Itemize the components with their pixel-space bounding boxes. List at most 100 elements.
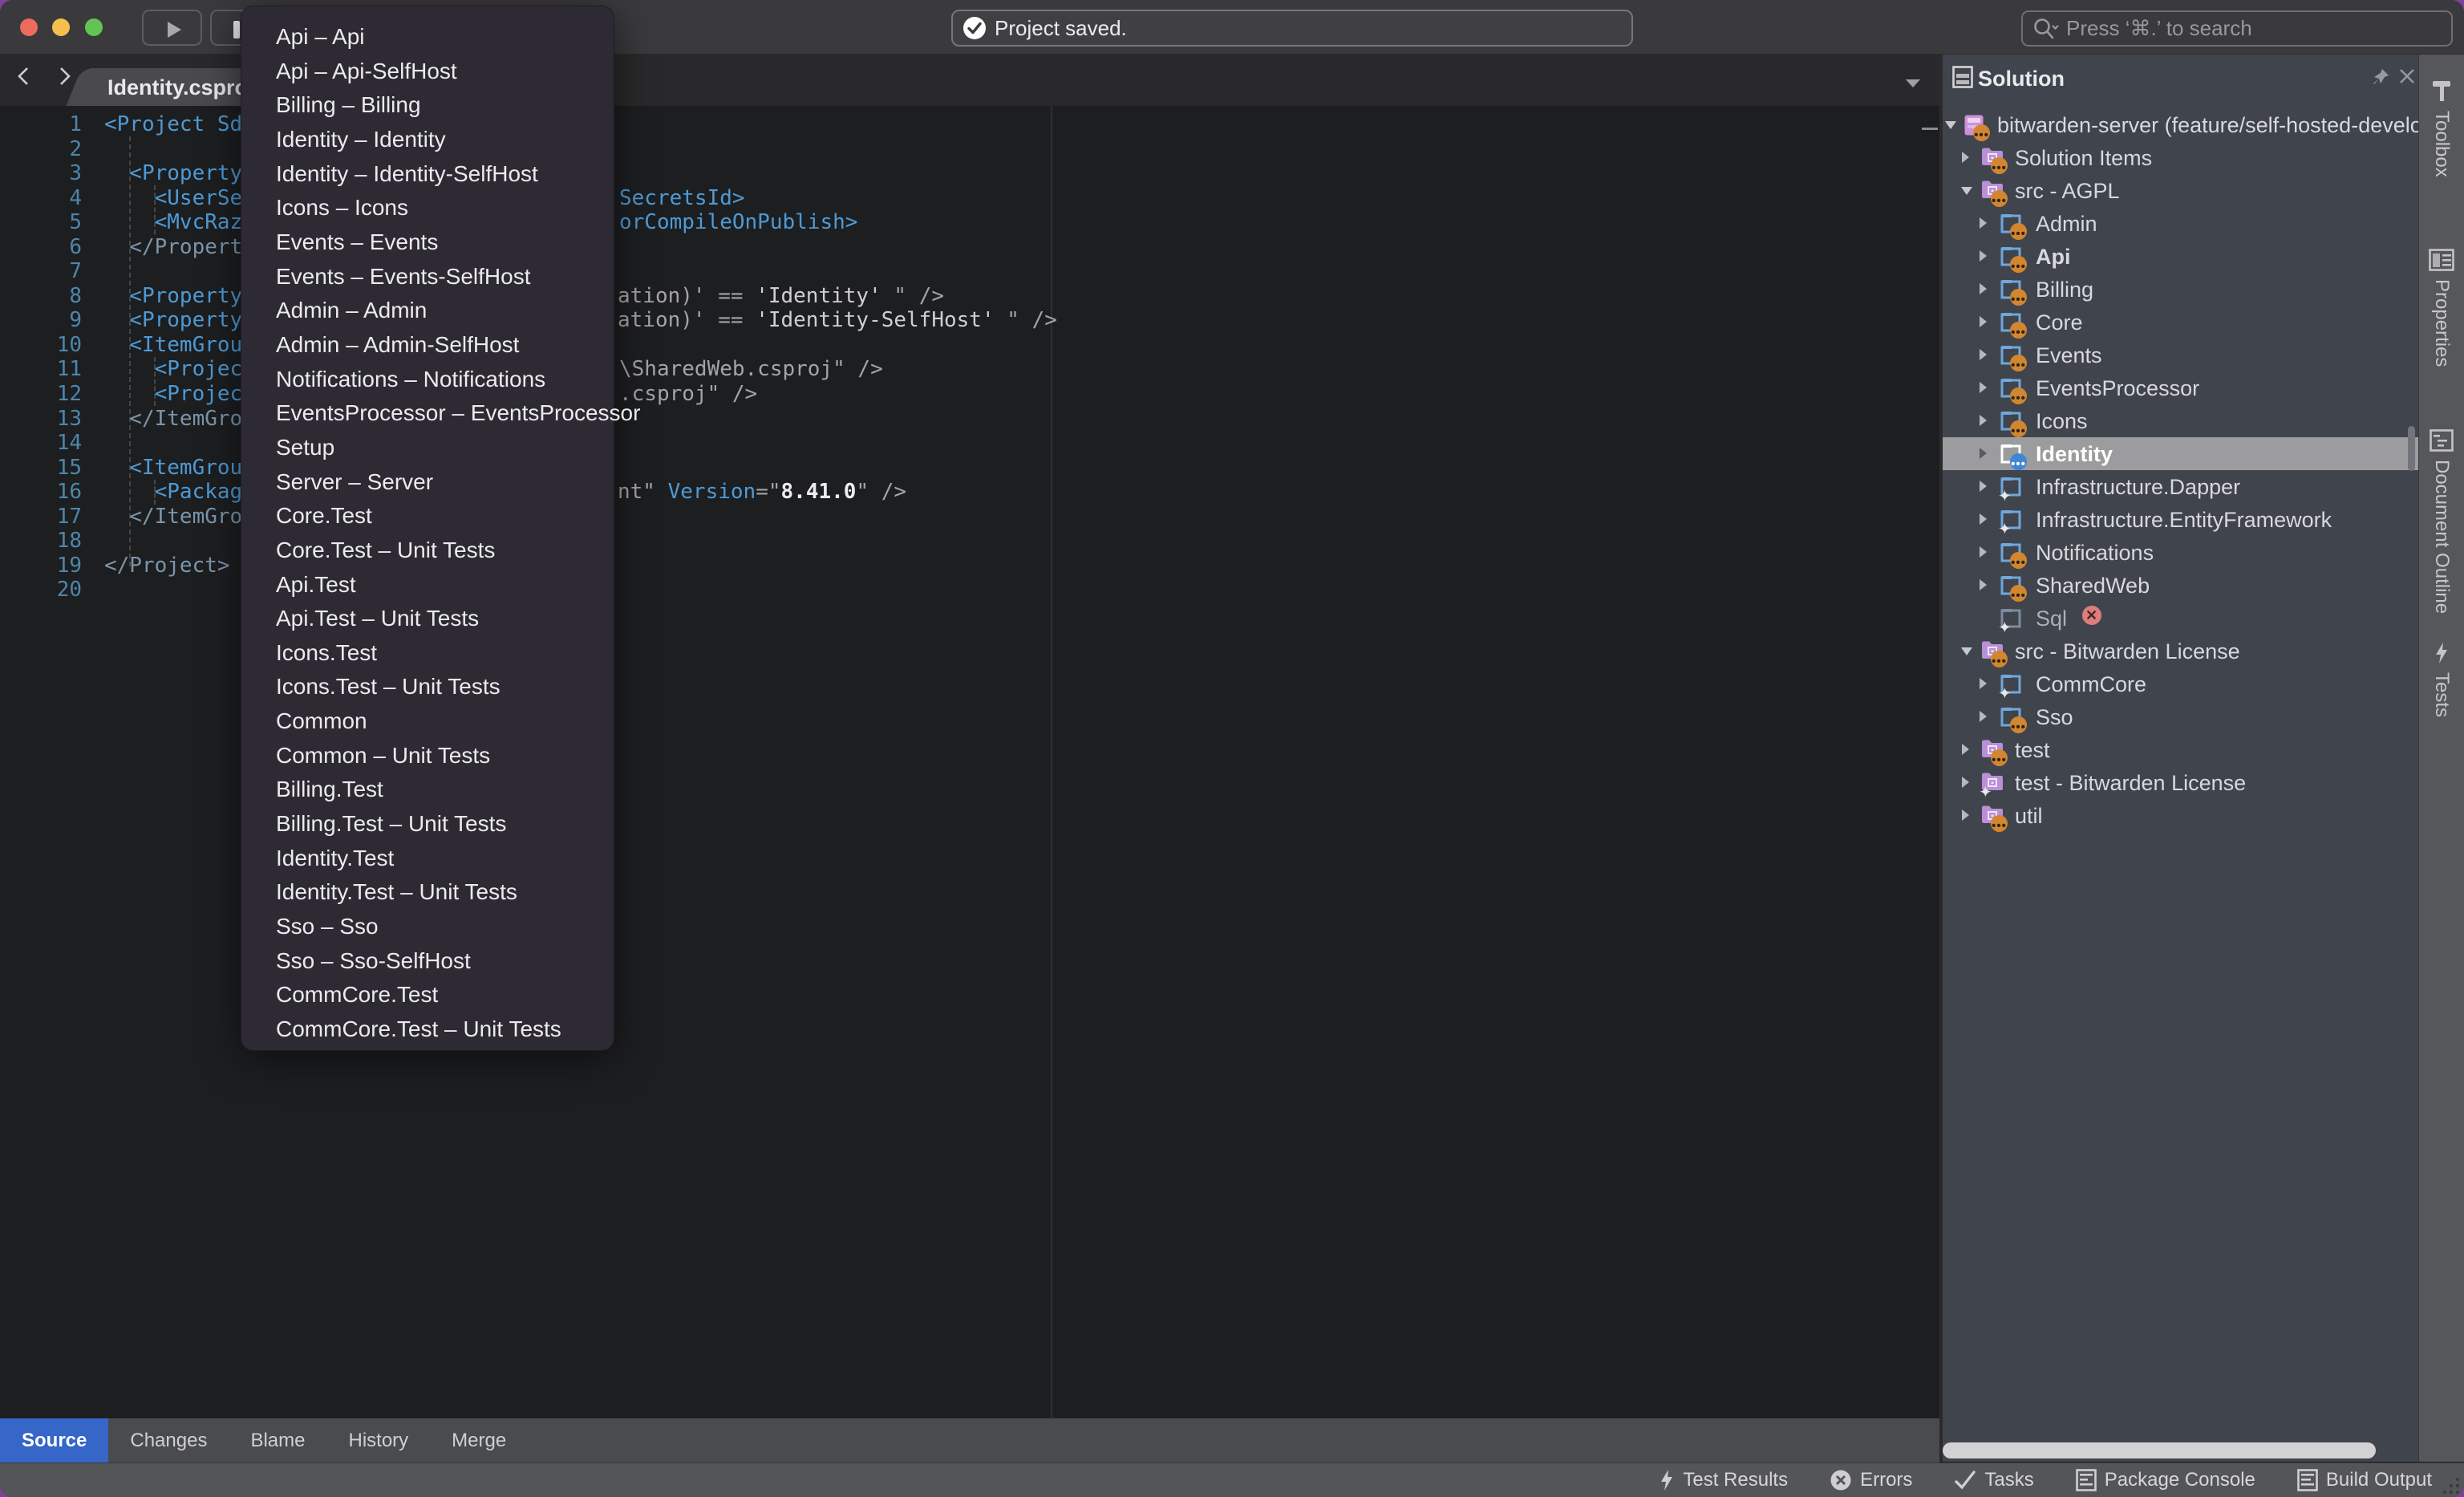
chevron-collapsed-icon[interactable] [1978, 381, 1988, 394]
tree-item-sql[interactable]: ✦Sql✕ [1943, 602, 2418, 635]
tree-item-test[interactable]: •••test [1943, 733, 2418, 766]
tree-item-api[interactable]: •••Api [1943, 240, 2418, 273]
git-tab-changes[interactable]: Changes [108, 1418, 229, 1463]
menu-item-admin-admin-selfhost[interactable]: Admin – Admin-SelfHost [241, 328, 614, 363]
tree-item-commcore[interactable]: ✦CommCore [1943, 667, 2418, 700]
tree-item-billing[interactable]: •••Billing [1943, 273, 2418, 306]
menu-item-commcore-test[interactable]: CommCore.Test [241, 978, 614, 1012]
tree-item-src-bitwarden-license[interactable]: •••src - Bitwarden License [1943, 635, 2418, 667]
tree-item-icons[interactable]: •••Icons [1943, 404, 2418, 437]
chevron-collapsed-icon[interactable] [1978, 480, 1988, 493]
tab-identity-csproj[interactable]: Identity.csproj [95, 68, 263, 106]
chevron-collapsed-icon[interactable] [1978, 250, 1988, 262]
menu-item-events-events[interactable]: Events – Events [241, 225, 614, 260]
run-button[interactable] [142, 10, 202, 46]
git-tab-source[interactable]: Source [0, 1418, 108, 1463]
horizontal-scrollbar[interactable] [1943, 1442, 2376, 1458]
menu-item-common-unit-tests[interactable]: Common – Unit Tests [241, 739, 614, 773]
git-tab-history[interactable]: History [326, 1418, 430, 1463]
menu-item-sso-sso-selfhost[interactable]: Sso – Sso-SelfHost [241, 944, 614, 979]
menu-item-server-server[interactable]: Server – Server [241, 465, 614, 500]
menu-item-identity-test-unit-tests[interactable]: Identity.Test – Unit Tests [241, 875, 614, 910]
menu-item-core-test[interactable]: Core.Test [241, 499, 614, 533]
tree-item-identity[interactable]: •••Identity [1943, 437, 2418, 470]
tree-item-admin[interactable]: •••Admin [1943, 207, 2418, 240]
tree-item-solution-items[interactable]: •••Solution Items [1943, 141, 2418, 174]
chevron-collapsed-icon[interactable] [1978, 217, 1988, 229]
menu-item-icons-test[interactable]: Icons.Test [241, 636, 614, 671]
pin-icon[interactable] [2371, 67, 2390, 87]
chevron-collapsed-icon[interactable] [1978, 447, 1988, 460]
menu-item-identity-identity[interactable]: Identity – Identity [241, 123, 614, 157]
search-input[interactable]: Press ‘⌘.’ to search [2021, 10, 2453, 47]
menu-item-icons-test-unit-tests[interactable]: Icons.Test – Unit Tests [241, 670, 614, 704]
chevron-expanded-icon[interactable] [1960, 185, 1973, 197]
menu-item-eventsprocessor-eventsprocessor[interactable]: EventsProcessor – EventsProcessor [241, 396, 614, 431]
menu-item-icons-icons[interactable]: Icons – Icons [241, 191, 614, 225]
status-button-tasks[interactable]: Tasks [1954, 1469, 2033, 1491]
navigate-back-icon[interactable] [16, 66, 30, 87]
chevron-collapsed-icon[interactable] [1960, 809, 1970, 822]
tree-item-notifications[interactable]: •••Notifications [1943, 536, 2418, 569]
dock-tab-properties[interactable]: Properties [2419, 249, 2464, 367]
menu-item-common[interactable]: Common [241, 704, 614, 739]
menu-item-api-api[interactable]: Api – Api [241, 20, 614, 55]
chevron-collapsed-icon[interactable] [1960, 776, 1970, 789]
menu-item-api-api-selfhost[interactable]: Api – Api-SelfHost [241, 55, 614, 89]
menu-item-identity-identity-selfhost[interactable]: Identity – Identity-SelfHost [241, 157, 614, 192]
chevron-collapsed-icon[interactable] [1978, 677, 1988, 690]
chevron-collapsed-icon[interactable] [1978, 513, 1988, 525]
status-button-package-console[interactable]: Package Console [2076, 1469, 2255, 1491]
tree-item-bitwarden-server-feature-self-hosted-development-[interactable]: •••bitwarden-server (feature/self-hosted… [1943, 108, 2418, 141]
chevron-collapsed-icon[interactable] [1978, 282, 1988, 295]
menu-item-api-test[interactable]: Api.Test [241, 568, 614, 602]
tree-item-sharedweb[interactable]: •••SharedWeb [1943, 569, 2418, 602]
tree-item-src-agpl[interactable]: •••src - AGPL [1943, 174, 2418, 207]
dock-tab-tests[interactable]: Tests [2419, 642, 2464, 717]
menu-item-identity-test[interactable]: Identity.Test [241, 842, 614, 876]
dock-tab-document-outline[interactable]: Document Outline [2419, 429, 2464, 614]
vertical-scrollbar[interactable] [2408, 426, 2415, 471]
tree-item-events[interactable]: •••Events [1943, 339, 2418, 371]
menu-item-sso-sso[interactable]: Sso – Sso [241, 910, 614, 944]
tab-list-dropdown-icon[interactable] [1904, 77, 1922, 90]
status-button-test-results[interactable]: Test Results [1659, 1469, 1788, 1491]
tree-item-core[interactable]: •••Core [1943, 306, 2418, 339]
tree-item-infrastructure-dapper[interactable]: ✦Infrastructure.Dapper [1943, 470, 2418, 503]
tree-item-infrastructure-entityframework[interactable]: ✦Infrastructure.EntityFramework [1943, 503, 2418, 536]
tree-item-eventsprocessor[interactable]: •••EventsProcessor [1943, 371, 2418, 404]
close-icon[interactable] [2398, 67, 2416, 85]
menu-item-billing-test-unit-tests[interactable]: Billing.Test – Unit Tests [241, 807, 614, 842]
chevron-collapsed-icon[interactable] [1978, 546, 1988, 558]
chevron-collapsed-icon[interactable] [1960, 151, 1970, 164]
menu-item-events-events-selfhost[interactable]: Events – Events-SelfHost [241, 260, 614, 294]
chevron-collapsed-icon[interactable] [1978, 315, 1988, 328]
tree-item-test-bitwarden-license[interactable]: ✦test - Bitwarden License [1943, 766, 2418, 799]
menu-item-api-test-unit-tests[interactable]: Api.Test – Unit Tests [241, 602, 614, 636]
tree-item-util[interactable]: •••util [1943, 799, 2418, 832]
chevron-expanded-icon[interactable] [1960, 646, 1973, 657]
menu-item-core-test-unit-tests[interactable]: Core.Test – Unit Tests [241, 533, 614, 568]
close-window-button[interactable] [20, 18, 38, 36]
git-tab-merge[interactable]: Merge [430, 1418, 528, 1463]
menu-item-notifications-notifications[interactable]: Notifications – Notifications [241, 363, 614, 397]
chevron-expanded-icon[interactable] [1944, 120, 1957, 131]
navigate-forward-icon[interactable] [58, 66, 72, 87]
zoom-window-button[interactable] [85, 18, 103, 36]
tree-item-sso[interactable]: •••Sso [1943, 700, 2418, 733]
dock-tab-toolbox[interactable]: Toolbox [2419, 79, 2464, 177]
chevron-collapsed-icon[interactable] [1978, 414, 1988, 427]
chevron-collapsed-icon[interactable] [1978, 348, 1988, 361]
chevron-collapsed-icon[interactable] [1978, 578, 1988, 591]
status-button-errors[interactable]: Errors [1830, 1469, 1912, 1491]
menu-item-admin-admin[interactable]: Admin – Admin [241, 294, 614, 328]
git-tab-blame[interactable]: Blame [229, 1418, 326, 1463]
menu-item-billing-test[interactable]: Billing.Test [241, 773, 614, 807]
resize-grip[interactable] [2440, 1475, 2461, 1495]
chevron-collapsed-icon[interactable] [1978, 710, 1988, 723]
menu-item-commcore-test-unit-tests[interactable]: CommCore.Test – Unit Tests [241, 1012, 614, 1047]
minimize-window-button[interactable] [52, 18, 70, 36]
menu-item-billing-billing[interactable]: Billing – Billing [241, 88, 614, 123]
menu-item-setup[interactable]: Setup [241, 431, 614, 465]
status-button-build-output[interactable]: Build Output [2297, 1469, 2432, 1491]
